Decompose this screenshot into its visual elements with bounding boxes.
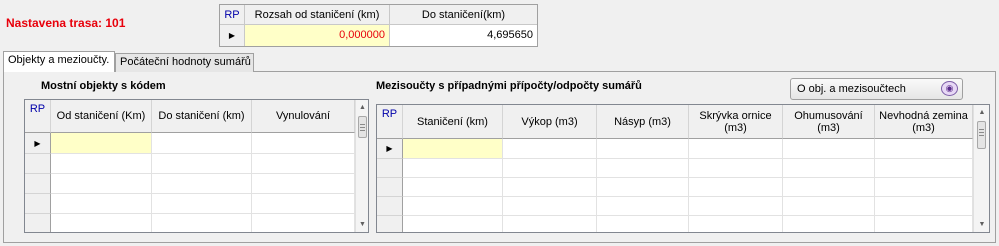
subtotals-cell[interactable] <box>403 139 503 159</box>
subtotals-cell[interactable] <box>503 178 597 197</box>
subtotals-cell[interactable] <box>597 216 689 232</box>
subtotals-cell[interactable] <box>597 139 689 159</box>
subtotals-cell[interactable] <box>597 159 689 178</box>
bridges-cell[interactable] <box>51 174 152 194</box>
subtotals-cell[interactable] <box>403 159 503 178</box>
info-objects-button-label: O obj. a mezisoučtech <box>797 83 906 95</box>
row-indicator-icon: ▶ <box>25 133 51 154</box>
scroll-down-icon[interactable]: ▼ <box>974 217 989 232</box>
subtotals-cell[interactable] <box>875 216 973 232</box>
subtotals-cell[interactable] <box>783 216 875 232</box>
subtotals-header-embankment: Násyp (m3) <box>597 105 689 139</box>
bridges-cell[interactable] <box>252 174 355 194</box>
subtotals-title: Mezisoučty s případnými přípočty/odpočty… <box>376 80 642 92</box>
bridges-header-reset: Vynulování <box>252 100 355 133</box>
scroll-thumb[interactable] <box>358 116 367 138</box>
subtotals-cell[interactable] <box>783 178 875 197</box>
bridges-scrollbar[interactable]: ▲ ▼ <box>355 100 368 232</box>
subtotals-cell[interactable] <box>875 197 973 216</box>
subtotals-cell[interactable] <box>783 139 875 159</box>
subtotals-cell[interactable] <box>403 178 503 197</box>
row-header <box>377 197 403 216</box>
route-label: Nastavena trasa: 101 <box>6 16 126 30</box>
subtotals-header-station: Staničení (km) <box>403 105 503 139</box>
bridges-cell[interactable] <box>252 133 355 154</box>
bridges-cell[interactable] <box>51 154 152 174</box>
row-header <box>25 174 51 194</box>
row-indicator-icon: ▶ <box>220 25 245 46</box>
info-objects-button[interactable]: O obj. a mezisoučtech ◉ <box>790 78 963 100</box>
subtotals-cell[interactable] <box>875 139 973 159</box>
subtotals-cell[interactable] <box>689 178 783 197</box>
subtotals-header-topsoil: Skrývka ornice (m3) <box>689 105 783 139</box>
bridges-header-to: Do staničení (km) <box>152 100 252 133</box>
bridges-cell[interactable] <box>152 154 252 174</box>
row-header <box>25 194 51 214</box>
subtotals-cell[interactable] <box>689 216 783 232</box>
subtotals-cell[interactable] <box>875 159 973 178</box>
subtotals-cell[interactable] <box>597 197 689 216</box>
bridges-cell[interactable] <box>152 133 252 154</box>
tab-initial-values[interactable]: Počáteční hodnoty sumářů <box>115 53 254 72</box>
bridges-cell[interactable] <box>152 214 252 232</box>
row-header <box>377 178 403 197</box>
bridges-cell[interactable] <box>252 194 355 214</box>
subtotals-cell[interactable] <box>503 139 597 159</box>
subtotals-cell[interactable] <box>875 178 973 197</box>
subtotals-grid[interactable]: RP Staničení (km) Výkop (m3) Násyp (m3) … <box>376 104 990 233</box>
subtotals-cell[interactable] <box>503 197 597 216</box>
subtotals-cell[interactable] <box>783 197 875 216</box>
bridges-cell[interactable] <box>51 133 152 154</box>
subtotals-cell[interactable] <box>503 159 597 178</box>
scroll-up-icon[interactable]: ▲ <box>356 100 368 115</box>
help-icon: ◉ <box>941 81 958 96</box>
bridges-cell[interactable] <box>252 154 355 174</box>
bridges-cell[interactable] <box>152 194 252 214</box>
bridges-cell[interactable] <box>252 214 355 232</box>
subtotals-header-rp: RP <box>377 105 403 139</box>
subtotals-cell[interactable] <box>597 178 689 197</box>
row-header <box>377 159 403 178</box>
subtotals-cell[interactable] <box>403 197 503 216</box>
row-header <box>377 216 403 232</box>
bridges-cell[interactable] <box>51 194 152 214</box>
subtotals-header-humus: Ohumusování (m3) <box>783 105 875 139</box>
scroll-thumb[interactable] <box>977 121 986 149</box>
row-indicator-icon: ▶ <box>377 139 403 159</box>
row-header <box>25 154 51 174</box>
subtotals-cell[interactable] <box>689 159 783 178</box>
scroll-down-icon[interactable]: ▼ <box>356 217 368 232</box>
range-header-rp: RP <box>220 5 245 25</box>
bridges-title: Mostní objekty s kódem <box>41 80 166 92</box>
row-header <box>25 214 51 232</box>
subtotals-scrollbar[interactable]: ▲ ▼ <box>973 105 989 232</box>
range-from-input[interactable]: 0,000000 <box>245 25 390 46</box>
range-header-from: Rozsah od staničení (km) <box>245 5 390 25</box>
range-header-to: Do staničení(km) <box>390 5 537 25</box>
bridges-header-rp: RP <box>25 100 51 133</box>
bridges-cell[interactable] <box>51 214 152 232</box>
subtotals-header-unsuitable-soil: Nevhodná zemina (m3) <box>875 105 973 139</box>
range-grid[interactable]: RP Rozsah od staničení (km) Do staničení… <box>219 4 538 47</box>
bridges-cell[interactable] <box>152 174 252 194</box>
range-to-input[interactable]: 4,695650 <box>390 25 537 46</box>
subtotals-cell[interactable] <box>689 197 783 216</box>
subtotals-cell[interactable] <box>783 159 875 178</box>
subtotals-cell[interactable] <box>503 216 597 232</box>
bridges-grid[interactable]: RP Od staničení (Km) Do staničení (km) V… <box>24 99 369 233</box>
scroll-up-icon[interactable]: ▲ <box>974 105 989 120</box>
bridges-header-from: Od staničení (Km) <box>51 100 152 133</box>
subtotals-cell[interactable] <box>689 139 783 159</box>
subtotals-header-excavation: Výkop (m3) <box>503 105 597 139</box>
subtotals-cell[interactable] <box>403 216 503 232</box>
tab-objects[interactable]: Objekty a mezioučty. <box>3 51 115 72</box>
